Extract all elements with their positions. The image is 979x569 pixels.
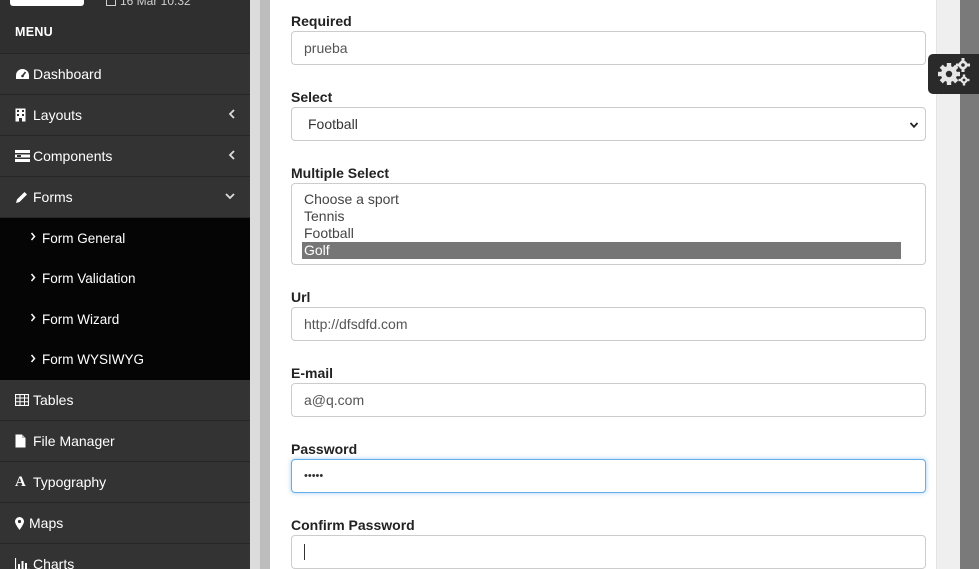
date-text: 16 Mar 10:32 <box>120 0 191 8</box>
sidebar-item-label: Dashboard <box>33 66 102 82</box>
url-group: Url http://dfsdfd.com <box>291 289 926 341</box>
multiple-select-option[interactable]: Tennis <box>304 208 901 225</box>
chevron-left-icon <box>228 149 236 164</box>
sidebar-item-forms[interactable]: Forms <box>0 177 250 218</box>
logo[interactable] <box>10 0 84 6</box>
sidebar: 16 Mar 10:32 MENU Dashboard Layouts Comp… <box>0 0 250 569</box>
sidebar-item-label: Typography <box>33 474 107 490</box>
submenu-item-form-general[interactable]: Form General <box>0 218 250 259</box>
url-input[interactable]: http://dfsdfd.com <box>291 307 926 341</box>
submenu-item-label: Form General <box>42 230 126 246</box>
sidebar-top: 16 Mar 10:32 <box>0 0 250 15</box>
bar-chart-icon <box>15 558 31 569</box>
font-icon: A <box>15 473 26 490</box>
select-group: Select Football <box>291 89 926 141</box>
sidebar-item-components[interactable]: Components <box>0 136 250 177</box>
dashboard-icon <box>15 68 31 80</box>
chevron-right-icon <box>30 354 36 366</box>
select-label: Select <box>291 89 333 105</box>
multiple-select-option[interactable]: Football <box>304 225 901 242</box>
content-gutter <box>250 0 260 569</box>
gears-icon <box>937 57 971 92</box>
sidebar-item-label: Maps <box>29 515 64 531</box>
required-label: Required <box>291 13 352 29</box>
email-label: E-mail <box>291 365 334 381</box>
multiple-select-label: Multiple Select <box>291 165 390 181</box>
submenu-item-label: Form Wizard <box>42 311 120 327</box>
sidebar-item-label: Charts <box>33 556 75 569</box>
password-input[interactable]: ••••• <box>291 459 926 493</box>
date-stamp: 16 Mar 10:32 <box>106 0 191 8</box>
confirm-password-label: Confirm Password <box>291 517 415 533</box>
sidebar-item-label: Components <box>33 148 113 164</box>
sidebar-item-typography[interactable]: A Typography <box>0 462 250 503</box>
multiple-select[interactable]: Choose a sport Tennis Football Golf <box>291 183 926 265</box>
required-input[interactable]: prueba <box>291 31 926 65</box>
sidebar-item-tables[interactable]: Tables <box>0 380 250 421</box>
components-icon <box>15 150 31 162</box>
forms-submenu: Form General Form Validation Form Wizard… <box>0 218 250 380</box>
form-panel: Required prueba Select Football Multiple… <box>270 0 936 569</box>
submenu-item-form-wizard[interactable]: Form Wizard <box>0 299 250 340</box>
sidebar-item-label: File Manager <box>33 433 115 449</box>
submenu-item-label: Form WYSIWYG <box>42 352 144 368</box>
email-input-value: a@q.com <box>304 392 365 408</box>
required-input-value: prueba <box>304 40 348 56</box>
sidebar-item-label: Forms <box>33 189 73 205</box>
chevron-right-icon <box>30 313 36 325</box>
confirm-password-input[interactable] <box>291 535 926 569</box>
pencil-icon <box>15 191 31 204</box>
email-input[interactable]: a@q.com <box>291 383 926 417</box>
sport-select-value: Football <box>308 116 358 132</box>
submenu-item-form-validation[interactable]: Form Validation <box>0 259 250 300</box>
sidebar-item-layouts[interactable]: Layouts <box>0 95 250 136</box>
confirm-password-group: Confirm Password <box>291 517 926 569</box>
url-input-value: http://dfsdfd.com <box>304 316 408 332</box>
chevron-down-icon <box>224 190 236 204</box>
chevron-right-icon <box>30 232 36 244</box>
chevron-left-icon <box>228 108 236 123</box>
email-group: E-mail a@q.com <box>291 365 926 417</box>
sidebar-item-label: Layouts <box>33 107 83 123</box>
table-icon <box>15 394 31 406</box>
url-label: Url <box>291 289 311 305</box>
multiple-select-option-selected[interactable]: Golf <box>302 242 901 259</box>
chevron-right-icon <box>30 273 36 285</box>
menu-header: MENU <box>0 15 250 54</box>
sidebar-item-charts[interactable]: Charts <box>0 544 250 569</box>
calendar-icon <box>106 0 116 6</box>
submenu-item-form-wysiwyg[interactable]: Form WYSIWYG <box>0 340 250 381</box>
password-label: Password <box>291 441 358 457</box>
chevron-down-icon <box>909 117 919 129</box>
password-input-value: ••••• <box>304 470 324 482</box>
sidebar-item-file-manager[interactable]: File Manager <box>0 421 250 462</box>
settings-toggle[interactable] <box>928 54 979 94</box>
building-icon <box>15 108 31 122</box>
sport-select[interactable]: Football <box>291 107 926 141</box>
text-cursor <box>304 544 305 560</box>
map-marker-icon <box>15 516 27 530</box>
required-group: Required prueba <box>291 13 926 65</box>
sidebar-item-label: Tables <box>33 392 74 408</box>
submenu-item-label: Form Validation <box>42 271 136 287</box>
multiple-select-option[interactable]: Choose a sport <box>304 191 901 208</box>
multiple-select-group: Multiple Select Choose a sport Tennis Fo… <box>291 165 926 265</box>
sidebar-item-maps[interactable]: Maps <box>0 503 250 544</box>
sidebar-item-dashboard[interactable]: Dashboard <box>0 54 250 95</box>
password-group: Password ••••• <box>291 441 926 493</box>
content-gutter-inner <box>260 0 270 569</box>
file-icon <box>15 434 31 448</box>
